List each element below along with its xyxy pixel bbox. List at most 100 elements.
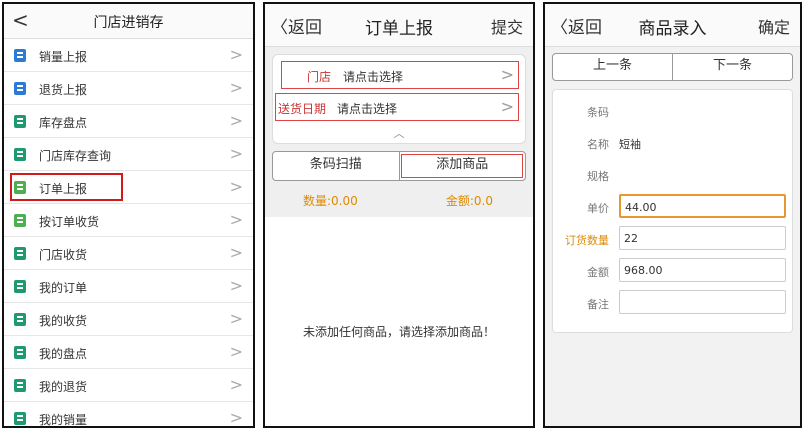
truck-icon	[14, 247, 26, 260]
store-value: 请点击选择	[343, 70, 404, 84]
chevron-right-icon: >	[229, 276, 243, 295]
menu-item-label: 门店收货	[39, 248, 88, 262]
order-qty-row: 订货数量 22	[553, 224, 792, 254]
delivery-date-value: 请点击选择	[337, 102, 398, 116]
store-label: 门店	[307, 70, 332, 84]
barcode-row: 条码	[553, 96, 792, 126]
menu-item-label: 退货上报	[39, 83, 88, 97]
chevron-right-icon: >	[229, 45, 243, 64]
menu-item[interactable]: 我的退货 >	[4, 369, 253, 402]
menu-item[interactable]: 退货上报 >	[4, 72, 253, 105]
price-label: 单价	[587, 202, 609, 215]
chart-icon	[14, 49, 26, 62]
action-buttons: 条码扫描 添加商品	[272, 151, 526, 181]
delivery-date-label: 送货日期	[278, 102, 327, 116]
amount-row: 金额 968.00	[553, 256, 792, 286]
order-qty-input[interactable]: 22	[619, 226, 786, 250]
remark-input[interactable]	[619, 290, 786, 314]
delivery-date-selector[interactable]: 送货日期 请点击选择 >	[275, 93, 519, 121]
chevron-right-icon: >	[229, 309, 243, 328]
amount-input[interactable]: 968.00	[619, 258, 786, 282]
store-menu-screen: < 门店进销存 销量上报 > 退货上报 > 库存盘点 > 门店库存查询 > 订单上报 > 按订单收货…	[2, 2, 255, 428]
content: 上一条 下一条 条码 名称 短袖 规格 单价 44.00 订货数量 22 金额 …	[545, 47, 800, 426]
chevron-right-icon: >	[229, 408, 243, 427]
selection-highlight	[10, 173, 123, 201]
menu-item-label: 我的退货	[39, 380, 88, 394]
product-form: 条码 名称 短袖 规格 单价 44.00 订货数量 22 金额 968.00 备…	[552, 89, 793, 333]
total-quantity: 数量:0.00	[303, 194, 358, 208]
price-row: 单价 44.00	[553, 192, 792, 222]
remark-row: 备注	[553, 288, 792, 318]
order-report-screen: 〈返回 订单上报 提交 门店 请点击选择 > 送货日期 请点击选择 > ︿ 条码…	[263, 2, 535, 428]
price-input[interactable]: 44.00	[619, 194, 786, 218]
order-summary: 数量:0.00 金额:0.0	[265, 189, 533, 217]
nav-bar: 〈返回 商品录入 确定	[545, 4, 800, 47]
next-button[interactable]: 下一条	[672, 54, 792, 80]
menu-item-label: 我的收货	[39, 314, 88, 328]
chevron-right-icon: >	[229, 210, 243, 229]
menu-item[interactable]: 订单上报 >	[4, 171, 253, 204]
menu-item-label: 销量上报	[39, 50, 88, 64]
search-stock-icon	[14, 148, 26, 161]
search-doc-icon	[14, 280, 26, 293]
chevron-right-icon: >	[229, 111, 243, 130]
menu-item-label: 我的盘点	[39, 347, 88, 361]
order-header-card: 门店 请点击选择 > 送货日期 请点击选择 > ︿	[272, 54, 526, 144]
search-doc-icon	[14, 379, 26, 392]
record-pager: 上一条 下一条	[552, 53, 793, 81]
product-list-area	[265, 217, 533, 426]
menu-item-label: 按订单收货	[39, 215, 100, 229]
menu-item[interactable]: 库存盘点 >	[4, 105, 253, 138]
name-value: 短袖	[619, 138, 641, 151]
add-product-button[interactable]: 添加商品	[398, 152, 526, 180]
menu-item[interactable]: 我的销量 >	[4, 402, 253, 427]
chevron-right-icon: >	[229, 243, 243, 262]
page-title: 门店进销存	[93, 15, 164, 31]
list-icon	[14, 82, 26, 95]
upload-icon	[14, 214, 26, 227]
store-selector[interactable]: 门店 请点击选择 >	[281, 61, 519, 89]
barcode-scan-button[interactable]: 条码扫描	[273, 152, 399, 180]
order-qty-label: 订货数量	[565, 234, 609, 247]
nav-bar: 〈返回 订单上报 提交	[265, 4, 533, 47]
menu-item[interactable]: 我的收货 >	[4, 303, 253, 336]
remark-label: 备注	[587, 298, 609, 311]
collapse-icon[interactable]: ︿	[273, 125, 525, 141]
menu-item[interactable]: 门店收货 >	[4, 237, 253, 270]
submit-button[interactable]: 提交	[491, 14, 523, 38]
menu-item[interactable]: 我的盘点 >	[4, 336, 253, 369]
chevron-right-icon: >	[229, 78, 243, 97]
menu-item-label: 门店库存查询	[39, 149, 112, 163]
name-row: 名称 短袖	[553, 128, 792, 158]
chevron-right-icon: >	[229, 144, 243, 163]
menu-item[interactable]: 我的订单 >	[4, 270, 253, 303]
menu-item[interactable]: 按订单收货 >	[4, 204, 253, 237]
menu-item-label: 库存盘点	[39, 116, 88, 130]
total-amount: 金额:0.0	[445, 194, 493, 208]
menu-item[interactable]: 门店库存查询 >	[4, 138, 253, 171]
amount-label: 金额	[587, 266, 609, 279]
menu-list: 销量上报 > 退货上报 > 库存盘点 > 门店库存查询 > 订单上报 > 按订单收货 > 门店收货 > 我的…	[4, 39, 253, 427]
inventory-icon	[14, 115, 26, 128]
previous-button[interactable]: 上一条	[553, 54, 672, 80]
nav-bar: < 门店进销存	[4, 4, 253, 39]
product-entry-screen: 〈返回 商品录入 确定 上一条 下一条 条码 名称 短袖 规格 单价 44.00	[543, 2, 802, 428]
search-doc-icon	[14, 313, 26, 326]
name-label: 名称	[587, 138, 609, 151]
search-doc-icon	[14, 412, 26, 425]
content: 门店 请点击选择 > 送货日期 请点击选择 > ︿ 条码扫描 添加商品 数量:0…	[265, 47, 533, 426]
menu-item-label: 我的订单	[39, 281, 88, 295]
empty-message: 未添加任何商品，请选择添加商品！	[302, 325, 495, 339]
chevron-right-icon: >	[229, 375, 243, 394]
search-doc-icon	[14, 346, 26, 359]
chevron-right-icon: >	[500, 97, 514, 116]
spec-label: 规格	[587, 170, 609, 183]
confirm-button[interactable]: 确定	[758, 14, 790, 38]
spec-row: 规格	[553, 160, 792, 190]
chevron-right-icon: >	[500, 65, 514, 84]
chevron-right-icon: >	[229, 177, 243, 196]
barcode-label: 条码	[587, 106, 609, 119]
chevron-right-icon: >	[229, 342, 243, 361]
menu-item[interactable]: 销量上报 >	[4, 39, 253, 72]
menu-item-label: 我的销量	[39, 413, 88, 427]
